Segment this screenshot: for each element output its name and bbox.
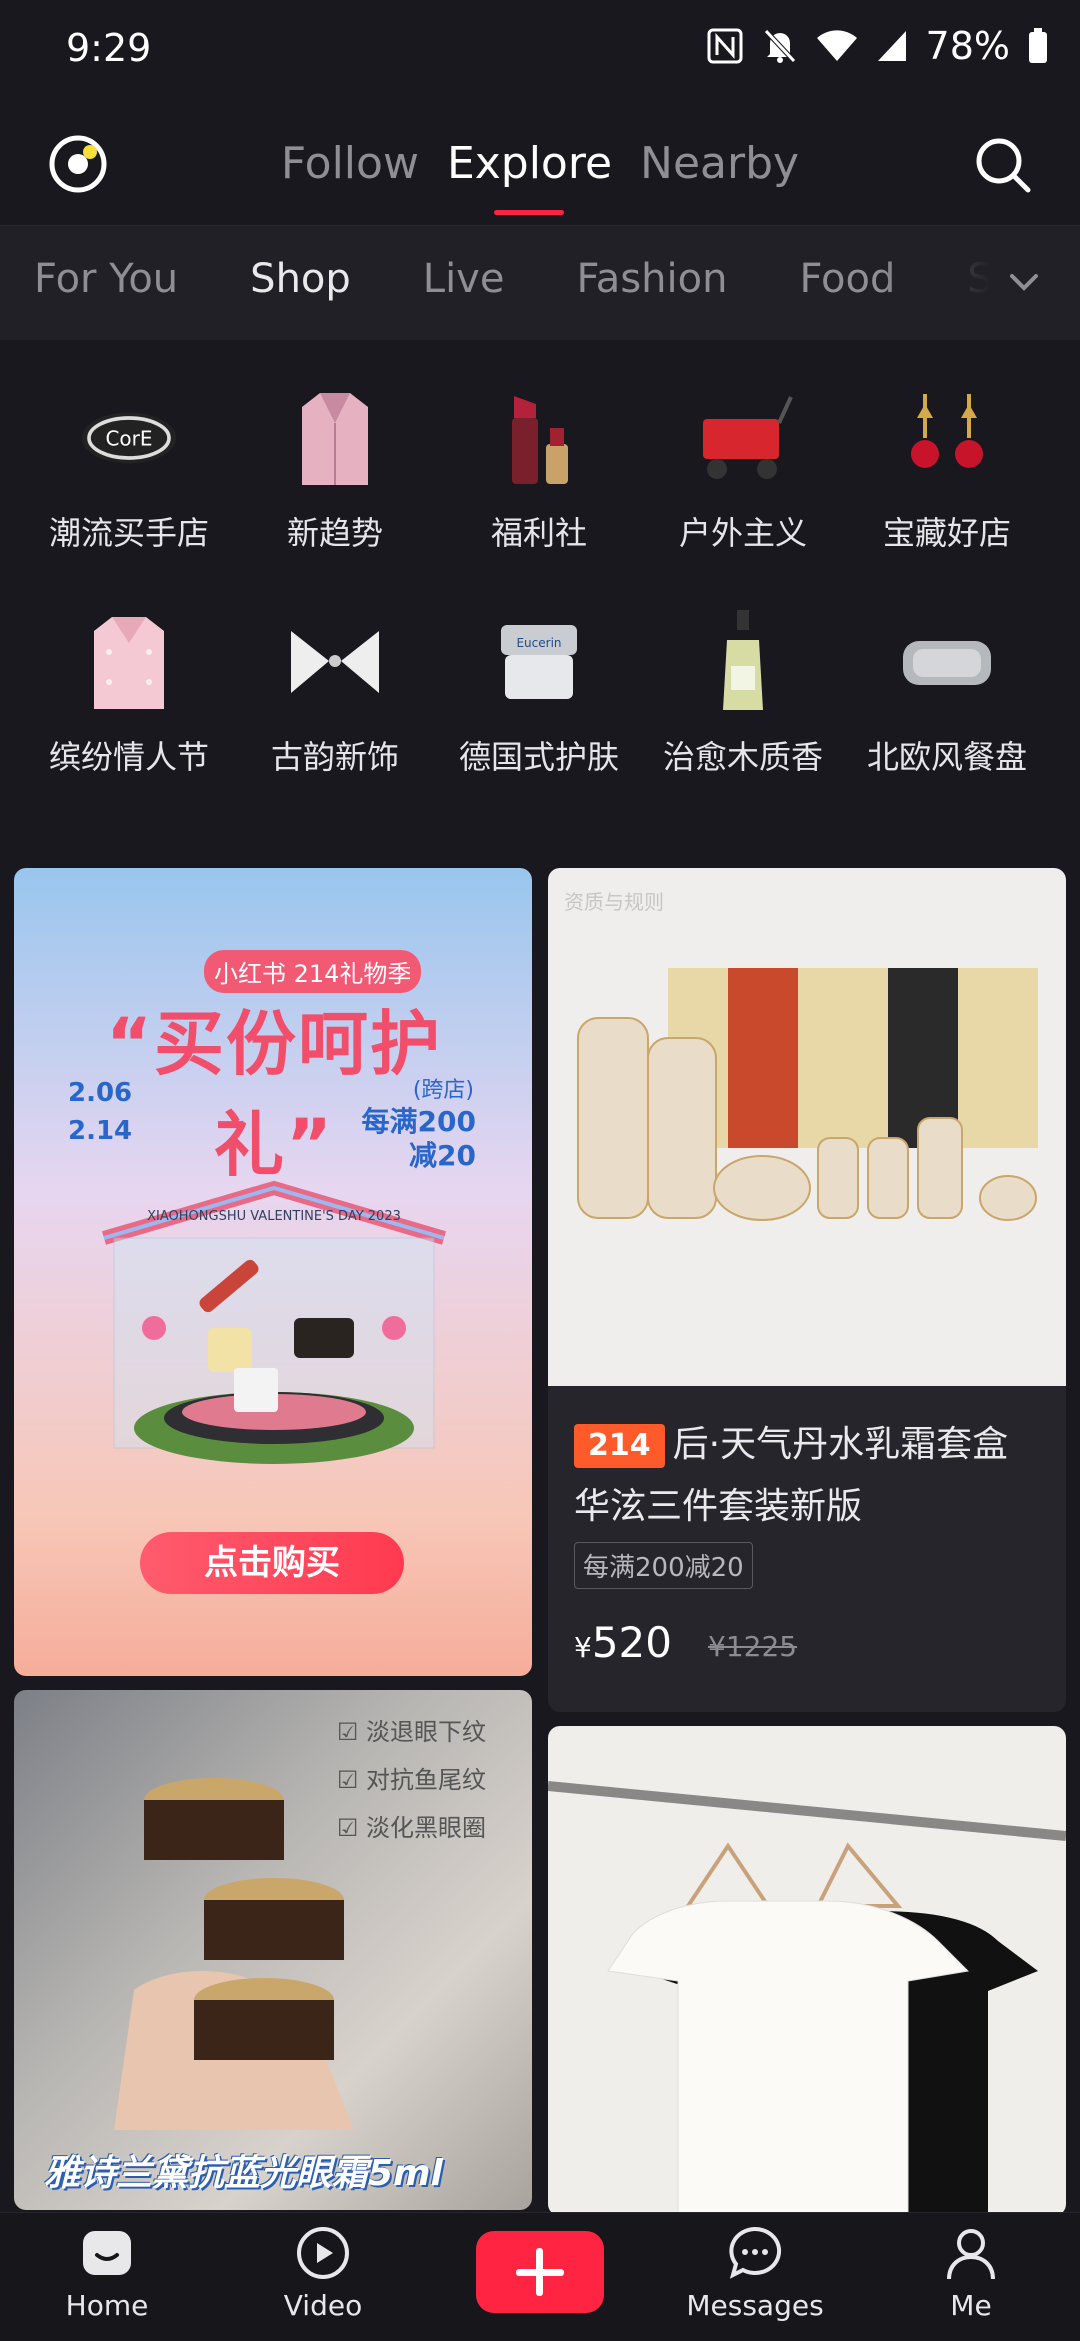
lipstick-icon xyxy=(489,388,589,488)
bell-off-icon xyxy=(762,27,798,65)
eye-cream-card[interactable]: ☑ 淡退眼下纹 ☑ 对抗鱼尾纹 ☑ 淡化黑眼圈 雅诗兰黛抗蓝光眼霜5ml xyxy=(14,1690,532,2210)
blazer-icon xyxy=(285,388,385,488)
grid-label: 户外主义 xyxy=(678,514,807,552)
original-price: ¥1225 xyxy=(708,1630,798,1663)
category-fade xyxy=(880,226,1080,341)
top-tabs: Follow Explore Nearby xyxy=(0,138,1080,215)
product-card[interactable]: 资质与规则 214 后·天气丹水乳霜套盒华泫三件套装新版 每满200减20 ¥52… xyxy=(548,868,1066,1712)
nav-video[interactable]: Video xyxy=(248,2225,398,2322)
grid-item-new-trend[interactable]: 新趋势 xyxy=(232,388,438,554)
tab-explore[interactable]: Explore xyxy=(433,138,626,215)
nav-me[interactable]: Me xyxy=(896,2225,1046,2322)
core-logo-text: CorE xyxy=(105,426,152,450)
perfume-icon xyxy=(693,610,793,712)
currency-symbol: ¥ xyxy=(574,1631,592,1664)
grid-item-german-skincare[interactable]: Eucerin 德国式护肤 xyxy=(436,612,642,778)
price-value: 520 xyxy=(591,1618,672,1667)
tab-follow[interactable]: Follow xyxy=(267,138,433,189)
hair-clip-icon xyxy=(285,612,385,712)
top-nav: Follow Explore Nearby xyxy=(0,110,1080,225)
grid-label: 古韵新饰 xyxy=(270,738,399,776)
grid-item-trend-buyer[interactable]: CorE 潮流买手店 xyxy=(26,388,232,554)
home-icon xyxy=(83,2231,131,2275)
clothing-photo xyxy=(548,1726,1066,2216)
grid-label: 福利社 xyxy=(490,514,587,552)
core-logo-icon: CorE xyxy=(79,388,179,488)
shop-category-grid: CorE 潮流买手店 新趋势 福利社 户外主义 宝藏好店 缤纷情人节 古韵新饰 … xyxy=(0,340,1080,860)
signal-icon xyxy=(876,29,908,63)
tab-nearby[interactable]: Nearby xyxy=(626,138,813,189)
grid-label: 治愈木质香 xyxy=(662,738,823,776)
promo-banner-text: XIAOHONGSHU VALENTINE'S DAY 2023 xyxy=(147,1209,401,1224)
category-shop[interactable]: Shop xyxy=(250,256,351,302)
nfc-icon xyxy=(706,27,744,65)
grid-item-woody-scent[interactable]: 治愈木质香 xyxy=(640,610,846,778)
promo-badge: 小红书 214礼物季 xyxy=(204,950,422,993)
grid-label: 北欧风餐盘 xyxy=(866,738,1027,776)
battery-percent: 78% xyxy=(925,24,1010,68)
earrings-icon xyxy=(897,388,997,488)
promo-card[interactable]: 小红书 214礼物季 “买份呵护礼” 2.06 2.14 (跨店) 每满200 … xyxy=(14,868,532,1676)
category-for-you[interactable]: For You xyxy=(34,256,178,302)
wifi-icon xyxy=(816,29,858,63)
grid-label: 新趋势 xyxy=(286,514,383,552)
search-icon[interactable] xyxy=(972,134,1034,196)
play-circle-icon xyxy=(297,2227,349,2279)
nav-label: Video xyxy=(283,2289,363,2322)
product-price: ¥520 xyxy=(574,1618,672,1667)
category-bar: For You Shop Live Fashion Food Sk xyxy=(0,225,1080,341)
grid-label: 宝藏好店 xyxy=(882,514,1011,552)
eye-cream-caption: 雅诗兰黛抗蓝光眼霜5ml xyxy=(44,2153,443,2194)
grid-item-treasure-shop[interactable]: 宝藏好店 xyxy=(844,388,1050,554)
product-title: 214 后·天气丹水乳霜套盒华泫三件套装新版 xyxy=(574,1414,1044,1538)
grid-item-valentine[interactable]: 缤纷情人节 xyxy=(26,612,232,778)
nav-home[interactable]: Home xyxy=(32,2225,182,2322)
tag-214-badge: 214 xyxy=(574,1424,665,1468)
qualification-watermark: 资质与规则 xyxy=(564,890,664,914)
category-fashion[interactable]: Fashion xyxy=(576,256,727,302)
chat-bubble-icon xyxy=(729,2226,782,2279)
grid-label: 潮流买手店 xyxy=(48,514,209,552)
bottom-nav: Home Video Messages Me xyxy=(0,2212,1080,2341)
clothing-card[interactable] xyxy=(548,1726,1066,2216)
grid-label: 缤纷情人节 xyxy=(48,738,209,776)
category-live[interactable]: Live xyxy=(423,256,505,302)
cream-jar-icon: Eucerin xyxy=(489,612,589,712)
promo-deal-line2: 减20 xyxy=(409,1139,476,1172)
status-time: 9:29 xyxy=(66,26,152,70)
status-icons: 78% xyxy=(706,24,1048,68)
promo-stage-illustration: XIAOHONGSHU VALENTINE'S DAY 2023 xyxy=(84,1178,464,1498)
product-photo xyxy=(548,868,1066,1386)
grid-item-welfare[interactable]: 福利社 xyxy=(436,388,642,554)
status-bar: 9:29 78% xyxy=(0,0,1080,110)
grid-item-outdoor[interactable]: 户外主义 xyxy=(640,388,846,554)
eucerin-brand-text: Eucerin xyxy=(516,636,561,650)
eye-cream-photo xyxy=(94,1730,434,2154)
grid-label: 德国式护肤 xyxy=(458,738,619,776)
add-post-button[interactable] xyxy=(476,2231,604,2313)
nav-messages[interactable]: Messages xyxy=(680,2225,830,2322)
promo-date-start: 2.06 xyxy=(68,1078,133,1108)
buy-now-button[interactable]: 点击购买 xyxy=(140,1532,404,1594)
promo-date-end: 2.14 xyxy=(68,1116,133,1146)
wagon-icon xyxy=(693,388,793,488)
pink-jacket-icon xyxy=(79,612,179,712)
battery-icon xyxy=(1028,28,1048,64)
chevron-down-icon[interactable] xyxy=(1004,262,1044,306)
user-icon xyxy=(947,2229,995,2280)
grid-item-ancient-jewelry[interactable]: 古韵新饰 xyxy=(232,612,438,778)
nav-label: Me xyxy=(950,2289,992,2322)
nav-label: Home xyxy=(65,2289,149,2322)
grid-item-nordic-tableware[interactable]: 北欧风餐盘 xyxy=(844,612,1050,778)
tray-icon xyxy=(897,612,997,712)
nav-label: Messages xyxy=(686,2289,824,2322)
promo-label: 每满200减20 xyxy=(574,1542,753,1589)
